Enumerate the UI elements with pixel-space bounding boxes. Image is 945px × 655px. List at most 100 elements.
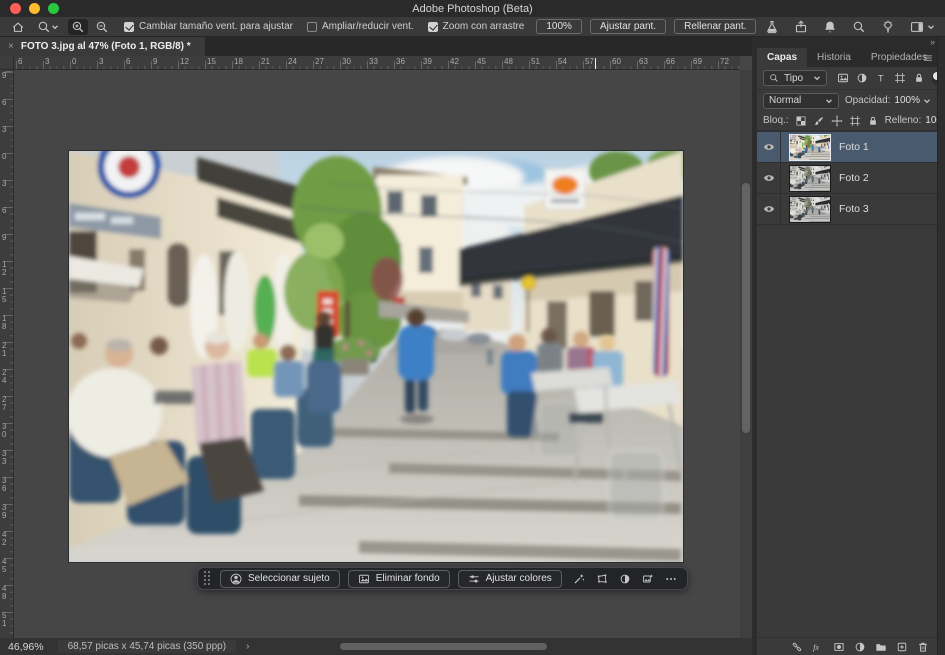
filter-shape-layers-icon[interactable]	[894, 72, 906, 84]
layer-row[interactable]: Foto 3	[757, 194, 937, 225]
home-button[interactable]	[8, 19, 28, 35]
lock-all-icon[interactable]	[867, 115, 879, 127]
layer-filter-row: Tipo T	[757, 67, 937, 90]
discover-icon[interactable]	[881, 20, 895, 34]
vertical-scrollbar-thumb[interactable]	[742, 183, 750, 433]
new-adjustment-layer-icon[interactable]	[854, 641, 866, 653]
ruler-cursor-indicator	[595, 58, 596, 69]
workspace-switcher[interactable]	[910, 20, 935, 34]
canvas[interactable]: Seleccionar sujeto Eliminar fondo Ajusta…	[14, 70, 740, 638]
zoom-tool-icon	[37, 20, 51, 34]
ruler-tick-label: 48	[504, 57, 513, 66]
eye-icon	[763, 141, 775, 153]
lock-pixels-icon[interactable]	[813, 115, 825, 127]
notifications-icon[interactable]	[823, 20, 837, 34]
panel-dock: » CapasHistoriaPropiedades Tipo T	[752, 37, 945, 655]
options-bar: Cambiar tamaño vent. para ajustar Amplia…	[0, 17, 945, 37]
lock-artboard-icon[interactable]	[849, 115, 861, 127]
taskbar-grip-handle[interactable]	[204, 571, 211, 586]
taskbar-button[interactable]: Ajustar colores	[458, 570, 562, 588]
ruler-tick-label: 0	[2, 153, 6, 161]
zoom-option-checkbox[interactable]: Ampliar/reducir vent.	[307, 21, 414, 32]
eye-icon	[763, 203, 775, 215]
layer-thumbnail[interactable]	[789, 134, 831, 161]
beta-flask-icon[interactable]	[765, 20, 779, 34]
close-tab-icon[interactable]: ×	[8, 42, 14, 52]
taskbar-button[interactable]: Eliminar fondo	[348, 570, 450, 588]
share-icon[interactable]	[794, 20, 808, 34]
fit-screen-button[interactable]: Ajustar pant.	[590, 19, 666, 34]
layer-filter-type-dropdown[interactable]: Tipo	[763, 70, 827, 86]
ruler-tick-label: 9	[2, 234, 6, 242]
layer-row[interactable]: Foto 2	[757, 163, 937, 194]
taskbar-button-label: Ajustar colores	[486, 573, 552, 584]
ruler-tick-label: 24	[288, 57, 297, 66]
ruler-tick-label: 0	[72, 57, 76, 66]
transform-icon[interactable]	[596, 573, 608, 585]
layer-visibility-toggle[interactable]	[757, 194, 781, 224]
zoom-in-button[interactable]	[68, 19, 88, 35]
horizontal-ruler[interactable]: 6303691215182124273033363942454851545760…	[14, 56, 740, 70]
lock-position-icon[interactable]	[831, 115, 843, 127]
vertical-scrollbar[interactable]	[740, 70, 752, 638]
layer-row[interactable]: Foto 1	[757, 132, 937, 163]
lock-label: Bloq.:	[763, 115, 789, 126]
link-layers-icon[interactable]	[791, 641, 803, 653]
layers-list: Foto 1 Foto 2 Foto 3	[757, 131, 937, 225]
layer-visibility-toggle[interactable]	[757, 132, 781, 162]
panel-menu-icon[interactable]	[923, 53, 933, 63]
ruler-tick-label: 2 1	[2, 342, 6, 358]
ruler-tick-label: 3	[2, 126, 6, 134]
checkbox-icon[interactable]	[307, 22, 317, 32]
panel-tab-capas[interactable]: Capas	[757, 48, 807, 67]
status-chevron-icon[interactable]: ›	[246, 641, 249, 652]
layer-name[interactable]: Foto 2	[839, 172, 869, 184]
add-layer-mask-icon[interactable]	[833, 641, 845, 653]
filter-search-icon	[769, 73, 779, 83]
checkbox-icon[interactable]	[124, 22, 134, 32]
collapse-panels-control[interactable]: »	[752, 37, 945, 48]
open-document-image[interactable]	[69, 151, 683, 562]
chevron-down-icon	[927, 23, 935, 31]
zoom-tool-preset[interactable]	[32, 19, 64, 35]
fill-screen-button[interactable]: Rellenar pant.	[674, 19, 756, 34]
delete-layer-icon[interactable]	[917, 641, 929, 653]
layer-thumbnail[interactable]	[789, 165, 831, 192]
halfcircle-icon[interactable]	[619, 573, 631, 585]
person-icon	[230, 573, 242, 585]
horizontal-scrollbar-thumb[interactable]	[340, 643, 547, 650]
new-layer-icon[interactable]	[896, 641, 908, 653]
layer-name[interactable]: Foto 1	[839, 141, 869, 153]
layer-style-fx-icon[interactable]: fx	[812, 641, 824, 653]
zoom-out-button[interactable]	[92, 19, 112, 35]
search-icon[interactable]	[852, 20, 866, 34]
new-group-icon[interactable]	[875, 641, 887, 653]
layer-visibility-toggle[interactable]	[757, 163, 781, 193]
zoom-option-checkbox[interactable]: Cambiar tamaño vent. para ajustar	[124, 21, 293, 32]
document-tab[interactable]: × FOTO 3.jpg al 47% (Foto 1, RGB/8) *	[0, 37, 205, 56]
blend-mode-dropdown[interactable]: Normal	[763, 93, 839, 109]
panel-tab-historia[interactable]: Historia	[807, 48, 861, 67]
opacity-value[interactable]: 100%	[894, 95, 931, 106]
genimage-icon[interactable]	[642, 573, 654, 585]
status-zoom-level[interactable]: 46,96%	[8, 641, 44, 653]
layer-thumbnail[interactable]	[789, 196, 831, 223]
layer-name[interactable]: Foto 3	[839, 203, 869, 215]
filter-type-layers-icon[interactable]: T	[875, 72, 887, 84]
filter-pixel-layers-icon[interactable]	[837, 72, 849, 84]
zoom-percentage-field[interactable]: 100%	[536, 19, 582, 34]
taskbar-button[interactable]: Seleccionar sujeto	[220, 570, 340, 588]
dots3-icon[interactable]	[665, 573, 677, 585]
vertical-ruler[interactable]: 96303691 21 51 82 12 42 73 03 33 63 94 2…	[0, 70, 14, 638]
ruler-origin-box[interactable]	[0, 56, 14, 70]
status-document-dimensions[interactable]: 68,57 picas x 45,74 picas (350 ppp)	[58, 640, 236, 653]
ruler-tick-label: 42	[450, 57, 459, 66]
eye-icon	[763, 172, 775, 184]
zoom-option-checkbox[interactable]: Zoom con arrastre	[428, 21, 525, 32]
filter-adjustment-layers-icon[interactable]	[856, 72, 868, 84]
lock-transparency-icon[interactable]	[795, 115, 807, 127]
checkbox-icon[interactable]	[428, 22, 438, 32]
wand-icon[interactable]	[573, 573, 585, 585]
ruler-tick-label: 3 9	[2, 504, 6, 520]
filter-smart-objects-icon[interactable]	[913, 72, 925, 84]
